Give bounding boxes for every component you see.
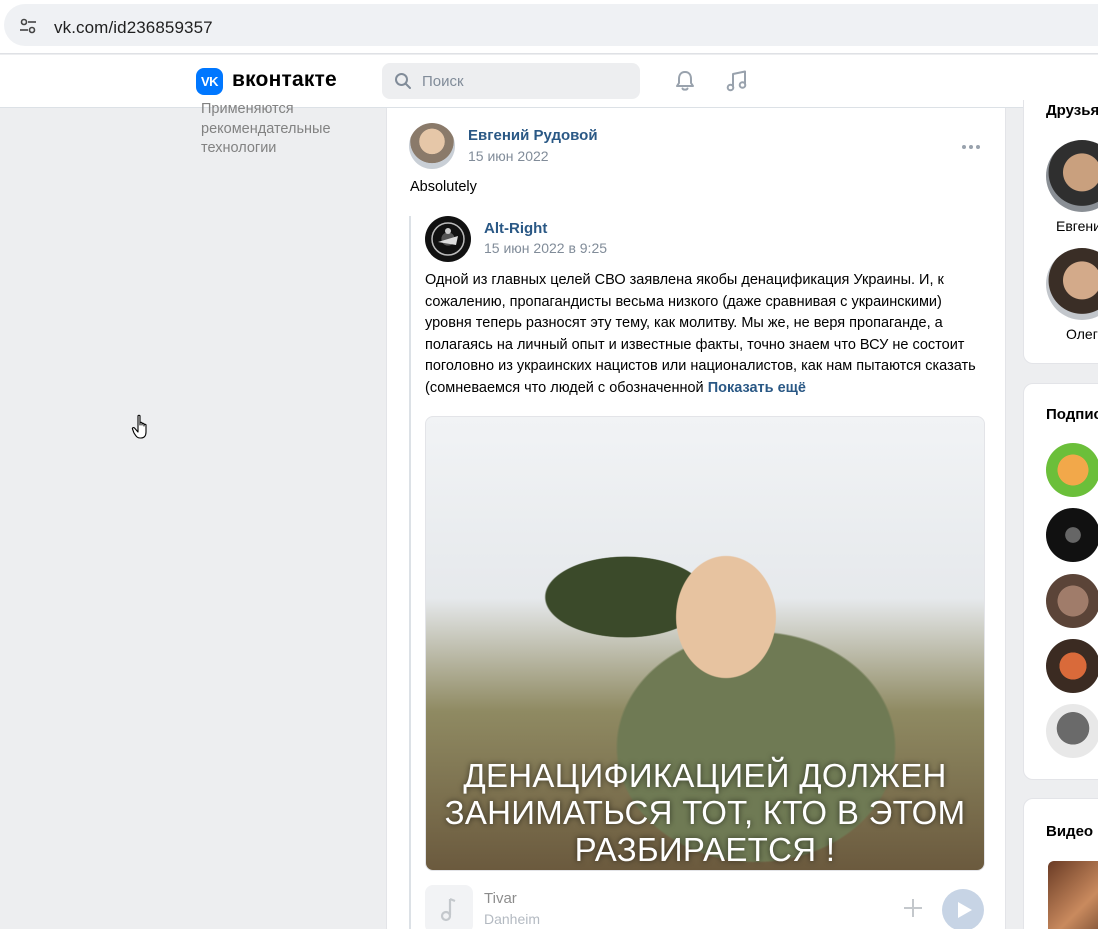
friend-name[interactable]: Олег [1066,326,1098,342]
hand-cursor-icon [131,414,147,439]
photo-caption: ДЕНАЦИФИКАЦИЕЙ ДОЛЖЕН ЗАНИМАТЬСЯ ТОТ, КТ… [444,757,966,868]
audio-artist[interactable]: Danheim [484,911,540,927]
subscription-avatar[interactable] [1046,704,1098,758]
site-settings-icon[interactable] [18,16,38,36]
subscription-avatar[interactable] [1046,574,1098,628]
music-note-icon [440,897,456,922]
friend-name[interactable]: Евгени [1056,218,1098,234]
friend-avatar[interactable] [1046,248,1098,320]
video-thumbnail[interactable] [1048,861,1098,929]
author-avatar[interactable] [409,123,455,169]
subscription-avatar[interactable] [1046,639,1098,693]
vk-logo-icon[interactable]: VK [196,68,223,95]
repost-date[interactable]: 15 июн 2022 в 9:25 [484,240,607,256]
subscription-avatar[interactable] [1046,508,1098,562]
post-text: Absolutely [410,179,477,195]
address-field[interactable]: vk.com/id236859357 [4,4,1098,46]
friends-block: Друзья Евгени Олег [1023,100,1098,364]
url-text[interactable]: vk.com/id236859357 [54,18,213,38]
more-options-icon[interactable] [960,136,982,158]
search-icon [395,73,411,89]
friends-title[interactable]: Друзья [1046,102,1098,119]
add-audio-icon[interactable] [901,896,925,920]
alt-right-logo-icon [431,222,465,256]
repost-text: Одной из главных целей СВО заявлена якоб… [425,270,985,399]
audio-title[interactable]: Tivar [484,890,517,907]
vk-logo-text[interactable]: вконтакте [232,68,337,92]
notifications-bell-icon[interactable] [672,68,698,94]
repost-text-body: Одной из главных целей СВО заявлена якоб… [425,272,976,396]
repost-author-avatar[interactable] [425,216,471,262]
play-icon [958,902,972,918]
subscription-avatar[interactable] [1046,443,1098,497]
wall-post: Евгений Рудовой 15 июн 2022 Absolutely A… [386,108,1006,929]
vk-header: VK вконтакте Поиск [0,55,1098,108]
videos-block: Видео [1023,798,1098,929]
show-more-link[interactable]: Показать ещё [708,380,806,396]
repost-author[interactable]: Alt-Right [484,220,547,237]
videos-title[interactable]: Видео [1046,823,1093,840]
subscriptions-block: Подпис [1023,383,1098,780]
search-input[interactable]: Поиск [382,63,640,99]
search-placeholder: Поиск [422,73,464,90]
friend-avatar[interactable] [1046,140,1098,212]
browser-address-bar: vk.com/id236859357 [0,0,1098,54]
post-author[interactable]: Евгений Рудовой [468,127,598,144]
recommendation-note: Применяются рекомендательные технологии [201,101,331,156]
post-date[interactable]: 15 июн 2022 [468,148,549,164]
post-photo[interactable]: ДЕНАЦИФИКАЦИЕЙ ДОЛЖЕН ЗАНИМАТЬСЯ ТОТ, КТ… [425,416,985,871]
subscriptions-title[interactable]: Подпис [1046,406,1098,423]
play-button[interactable] [942,889,984,929]
audio-cover[interactable] [425,885,473,929]
music-icon[interactable] [724,68,750,94]
repost-divider [409,216,411,929]
